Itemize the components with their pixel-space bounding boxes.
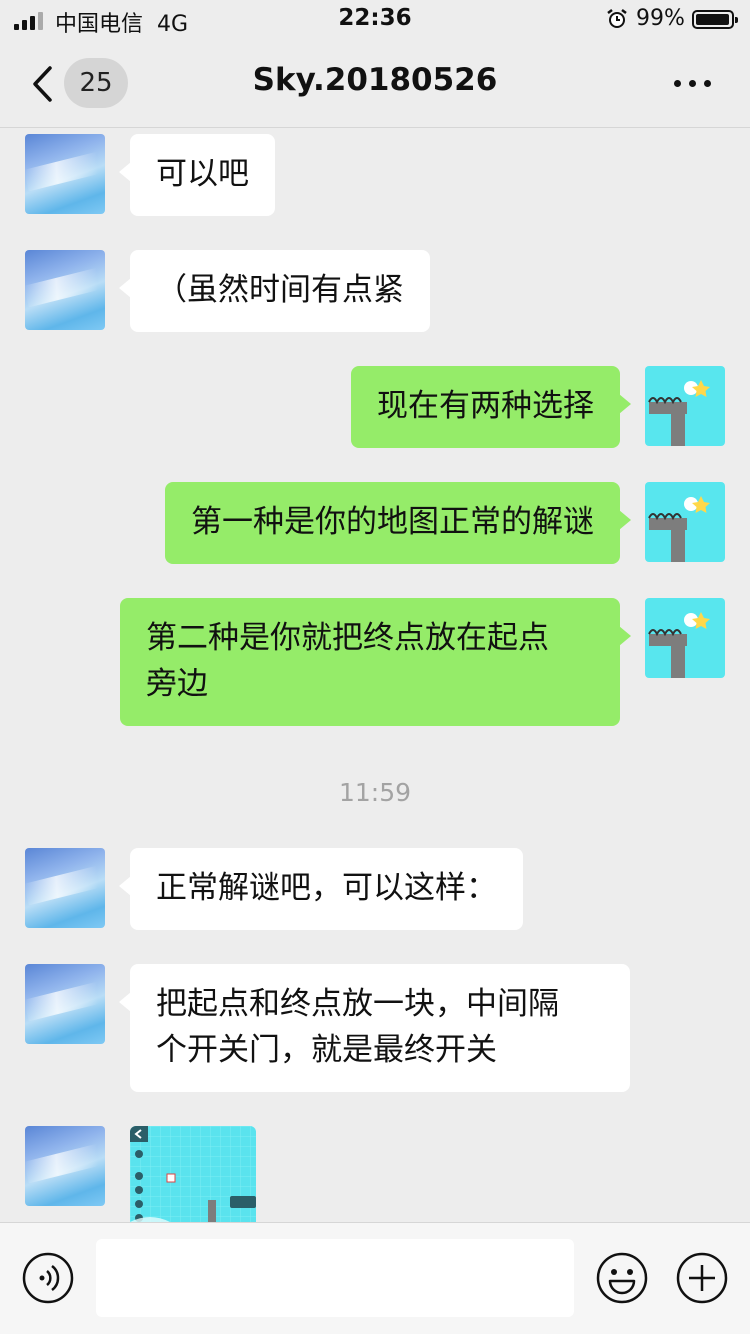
contact-avatar[interactable]	[25, 134, 105, 214]
outgoing-message-bubble[interactable]: 第二种是你就把终点放在起点 旁边	[120, 598, 631, 726]
incoming-message-bubble[interactable]: （虽然时间有点紧	[119, 250, 430, 332]
chat-title: Sky.20180526	[252, 62, 498, 98]
plus-icon[interactable]	[675, 1251, 729, 1305]
my-avatar[interactable]	[645, 598, 725, 678]
contact-avatar[interactable]	[25, 848, 105, 928]
battery-icon	[692, 10, 738, 29]
incoming-message-bubble[interactable]: 把起点和终点放一块，中间隔 个开关门，就是最终开关	[119, 964, 630, 1092]
message-timestamp: 11:59	[338, 778, 412, 807]
chat-header: 25 Sky.20180526	[0, 40, 750, 128]
message-input[interactable]	[96, 1239, 574, 1317]
more-dots-icon[interactable]	[674, 74, 714, 94]
contact-avatar[interactable]	[25, 964, 105, 1044]
alarm-icon	[607, 9, 627, 28]
status-bar: 中国电信 4G 22:36 99%	[0, 0, 750, 40]
outgoing-message-bubble[interactable]: 第一种是你的地图正常的解谜	[165, 482, 631, 564]
game-screenshot-thumbnail	[130, 1126, 256, 1236]
game-character-icon	[648, 612, 710, 678]
contact-avatar[interactable]	[25, 1126, 105, 1206]
battery-percent: 99%	[636, 6, 685, 31]
incoming-message-bubble[interactable]: 可以吧	[119, 134, 275, 216]
voice-icon[interactable]	[21, 1251, 75, 1305]
my-avatar[interactable]	[645, 482, 725, 562]
input-toolbar	[0, 1222, 750, 1334]
my-avatar[interactable]	[645, 366, 725, 446]
image-message[interactable]	[130, 1126, 256, 1236]
game-character-icon	[648, 496, 710, 562]
outgoing-message-bubble[interactable]: 现在有两种选择	[351, 366, 631, 448]
incoming-message-bubble[interactable]: 正常解谜吧，可以这样：	[119, 848, 523, 930]
contact-avatar[interactable]	[25, 250, 105, 330]
game-character-icon	[648, 380, 710, 446]
emoji-icon[interactable]	[595, 1251, 649, 1305]
